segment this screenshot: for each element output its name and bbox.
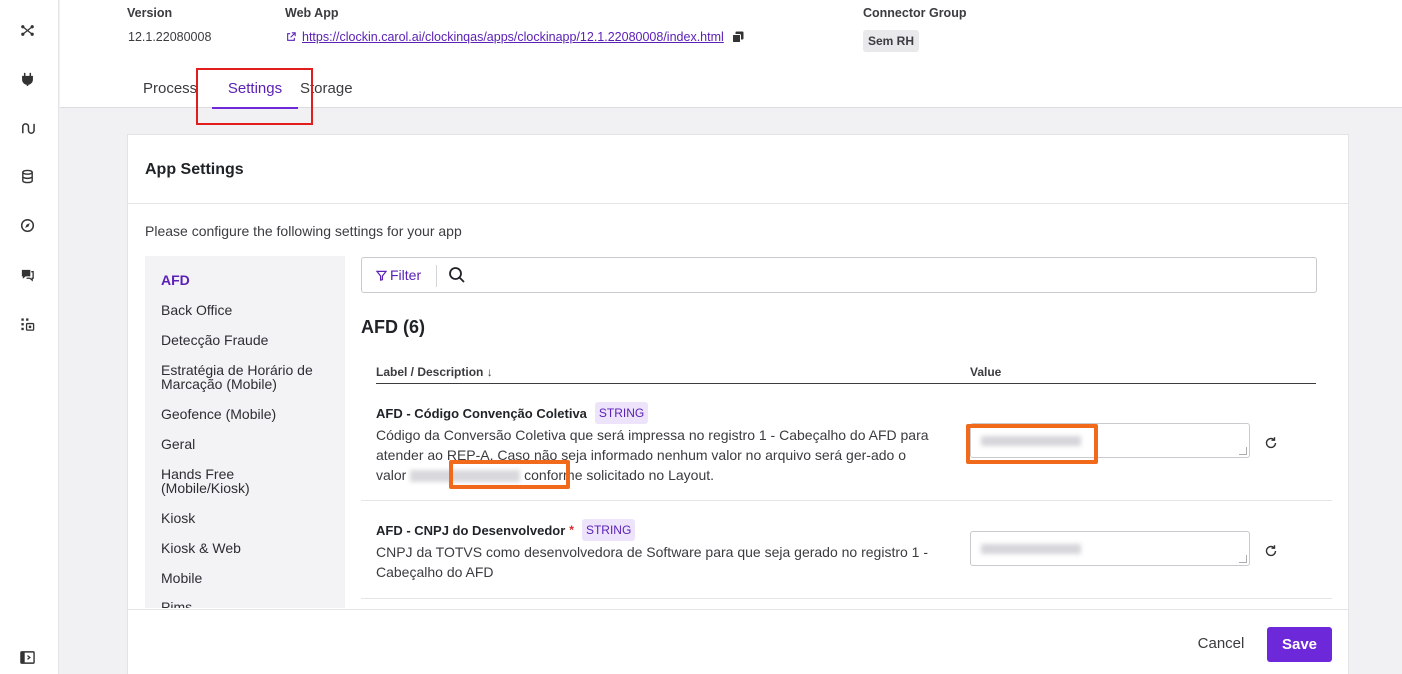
database-icon[interactable] bbox=[17, 166, 37, 186]
card-intro-text: Please configure the following settings … bbox=[145, 223, 462, 239]
category-item-afd[interactable]: AFD bbox=[161, 273, 331, 287]
category-item-hands-free[interactable]: Hands Free (Mobile/Kiosk) bbox=[161, 467, 281, 495]
filter-button[interactable]: Filter bbox=[376, 267, 421, 283]
setting-title: AFD - Código Convenção Coletiva bbox=[376, 405, 587, 421]
webapp-url-link[interactable]: https://clockin.carol.ai/clockinqas/apps… bbox=[302, 30, 724, 44]
setting-value-input[interactable] bbox=[970, 531, 1250, 566]
connector-group-label: Connector Group bbox=[863, 6, 967, 20]
category-item-mobile[interactable]: Mobile bbox=[161, 571, 331, 585]
setting-description: CNPJ da TOTVS como desenvolvedora de Sof… bbox=[376, 542, 940, 582]
category-item-kiosk-web[interactable]: Kiosk & Web bbox=[161, 541, 331, 555]
search-icon[interactable] bbox=[448, 266, 466, 284]
webapp-label: Web App bbox=[285, 6, 339, 20]
column-header-value: Value bbox=[970, 365, 1002, 379]
expand-sidebar-icon[interactable] bbox=[17, 647, 37, 667]
category-list: AFD Back Office Detecção Fraude Estratég… bbox=[145, 256, 345, 608]
row-divider bbox=[361, 598, 1332, 599]
search-divider bbox=[436, 265, 437, 287]
redacted-input-value bbox=[981, 544, 1081, 554]
copy-icon[interactable] bbox=[731, 31, 744, 43]
desc-redaction-highlight bbox=[449, 460, 570, 489]
chat-icon[interactable] bbox=[17, 264, 37, 284]
value-redaction-highlight bbox=[966, 424, 1098, 464]
reset-icon[interactable] bbox=[1264, 544, 1278, 558]
section-title: AFD (6) bbox=[361, 317, 425, 337]
setting-title: AFD - CNPJ do Desenvolvedor bbox=[376, 522, 566, 538]
plug-icon[interactable] bbox=[17, 68, 37, 88]
connector-group-chip: Sem RH bbox=[863, 30, 920, 52]
filter-label: Filter bbox=[390, 267, 422, 283]
flow-icon[interactable] bbox=[17, 20, 37, 40]
reset-icon[interactable] bbox=[1264, 436, 1278, 450]
type-badge: STRING bbox=[594, 402, 649, 424]
card-title: App Settings bbox=[145, 161, 244, 178]
search-bar: Filter bbox=[361, 257, 1317, 293]
resize-handle[interactable] bbox=[1239, 447, 1247, 455]
filter-icon bbox=[376, 270, 387, 281]
category-item-back-office[interactable]: Back Office bbox=[161, 303, 331, 317]
required-mark: * bbox=[569, 523, 574, 537]
setting-name: AFD - CNPJ do Desenvolvedor * STRING bbox=[376, 519, 636, 541]
version-label: Version bbox=[127, 6, 173, 20]
category-item-estrategia[interactable]: Estratégia de Horário de Marcação (Mobil… bbox=[161, 363, 331, 391]
footer-divider bbox=[128, 609, 1348, 610]
cancel-button[interactable]: Cancel bbox=[1186, 627, 1256, 661]
external-link-icon bbox=[287, 32, 296, 41]
row-divider bbox=[361, 500, 1332, 501]
apps-icon[interactable] bbox=[17, 314, 37, 334]
save-button[interactable]: Save bbox=[1267, 627, 1332, 662]
category-item-kiosk[interactable]: Kiosk bbox=[161, 511, 331, 525]
left-nav-rail bbox=[0, 0, 59, 674]
category-item-deteccao-fraude[interactable]: Detecção Fraude bbox=[161, 333, 331, 347]
app-settings-card: App Settings Please configure the follow… bbox=[127, 134, 1349, 674]
settings-tab-highlight bbox=[196, 68, 313, 125]
category-item-geral[interactable]: Geral bbox=[161, 437, 331, 451]
resize-handle[interactable] bbox=[1239, 555, 1247, 563]
category-item-pims[interactable]: Pims bbox=[161, 600, 331, 608]
setting-name: AFD - Código Convenção Coletiva STRING bbox=[376, 402, 649, 424]
route-icon[interactable] bbox=[17, 118, 37, 138]
version-value: 12.1.22080008 bbox=[128, 30, 212, 44]
divider bbox=[128, 203, 1348, 204]
column-header-rule bbox=[376, 383, 1316, 384]
type-badge: STRING bbox=[581, 519, 636, 541]
category-item-geofence[interactable]: Geofence (Mobile) bbox=[161, 407, 331, 421]
setting-desc-text: CNPJ da TOTVS como desenvolvedora de Sof… bbox=[376, 544, 929, 580]
webapp-link-row: https://clockin.carol.ai/clockinqas/apps… bbox=[286, 30, 744, 44]
compass-icon[interactable] bbox=[17, 215, 37, 235]
column-header-label[interactable]: Label / Description ↓ bbox=[376, 365, 493, 379]
app-header: Version 12.1.22080008 Web App https://cl… bbox=[60, 0, 1402, 125]
